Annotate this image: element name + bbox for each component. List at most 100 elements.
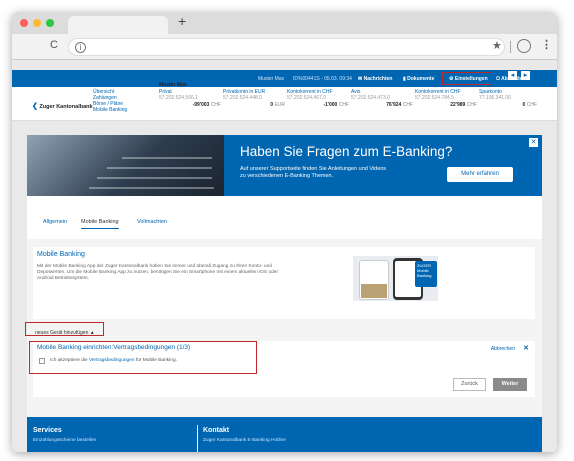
- balance-value: 0: [270, 102, 274, 108]
- url-input[interactable]: i: [68, 38, 505, 56]
- account-card[interactable]: Kontokorrent in CHF 57.202.524.784.5 22'…: [415, 89, 477, 108]
- tab-strip: +: [12, 12, 557, 34]
- account-nav-links: Übersicht Zahlungen Börse / Pläne Mobile…: [93, 89, 127, 113]
- documents-label: Dokumente: [407, 76, 435, 82]
- balance-value: 22'989: [450, 102, 466, 108]
- balance-currency: CHF: [526, 102, 537, 108]
- nav-mobile-banking[interactable]: Mobile Banking: [93, 107, 127, 113]
- phone-label: Banking: [417, 273, 432, 278]
- session-info: ID%00441S - 05.03. 09:34: [293, 76, 352, 82]
- balance-currency: CHF: [466, 102, 477, 108]
- terms-prefix: Ich akzeptiere die: [50, 358, 89, 363]
- phone-illustration: ZUGER Mobile Banking: [353, 256, 438, 301]
- terms-checkbox[interactable]: [39, 358, 45, 364]
- mobile-banking-card: Mobile Banking Mit der Mobile Banking Ap…: [33, 247, 535, 319]
- account-balance: 76'924 CHF: [351, 102, 413, 108]
- hotline-link[interactable]: Zuger Kantonalbank E-Banking Hotline: [203, 438, 286, 443]
- logo-mark-icon: ❮: [32, 103, 38, 110]
- settings-tabs: Allgemein Mobile Banking Vollmachten: [27, 219, 542, 233]
- abort-link[interactable]: Abbrechen: [491, 346, 515, 352]
- account-balance: 0 EUR: [223, 102, 285, 108]
- main-content: Haben Sie Fragen zum E-Banking? Auf unse…: [25, 135, 542, 435]
- new-tab-button[interactable]: +: [178, 13, 186, 29]
- balance-currency: CHF: [338, 102, 349, 108]
- setup-step-card: Mobile Banking einrichten:Vertragsbeding…: [29, 341, 535, 397]
- balance-currency: CHF: [402, 102, 413, 108]
- account-card[interactable]: Privat 57.202.524.566.1 -99'003 CHF: [159, 89, 221, 108]
- settings-highlight: [442, 72, 492, 85]
- account-iban: 57.202.524.784.5: [415, 95, 454, 101]
- section-description: Mit der Mobile Banking App der Zuger Kan…: [37, 264, 279, 281]
- account-balance: -99'003 CHF: [159, 102, 221, 108]
- balance-value: 76'924: [386, 102, 402, 108]
- account-card[interactable]: Avis 57.202.524.473.0 76'924 CHF: [351, 89, 413, 108]
- footer-contact-title: Kontakt: [203, 427, 230, 434]
- balance-currency: EUR: [274, 102, 285, 108]
- reload-icon[interactable]: C: [50, 39, 58, 51]
- page-footer: Services Einzahlungsscheine bestellen Ko…: [27, 417, 542, 452]
- account-iban: 57.202.524.566.1: [159, 95, 198, 101]
- close-icon[interactable]: ✕: [529, 138, 538, 147]
- mobile-banking-panel: Mobile Banking Mit der Mobile Banking Ap…: [25, 239, 542, 435]
- balance-value: -1'000: [323, 102, 338, 108]
- account-card[interactable]: Sparkonto 77.106.341.06 0 CHF: [479, 89, 537, 108]
- profile-icon[interactable]: [517, 39, 531, 53]
- footer-services-title: Services: [33, 427, 62, 434]
- account-balance: -1'000 CHF: [287, 102, 349, 108]
- toolbar-divider: [510, 41, 511, 53]
- ebanking-page: Muster Max ID%00441S - 05.03. 09:34 ✉ Na…: [12, 60, 557, 452]
- messages-link[interactable]: ✉ Nachrichten: [358, 76, 393, 82]
- account-iban: 57.202.524.467.0: [287, 95, 326, 101]
- learn-more-button[interactable]: Mehr erfahren: [447, 167, 513, 182]
- account-iban: 57.202.524.473.0: [351, 95, 390, 101]
- tab-mobile-banking[interactable]: Mobile Banking: [81, 219, 119, 229]
- setup-title: Mobile Banking einrichten:Vertragsbeding…: [37, 344, 191, 351]
- top-navigation-bar: Muster Max ID%00441S - 05.03. 09:34 ✉ Na…: [12, 70, 557, 87]
- tab-general[interactable]: Allgemein: [43, 219, 67, 225]
- account-owner: Muster Max: [159, 82, 187, 88]
- balance-value: -99'003: [192, 102, 210, 108]
- section-title: Mobile Banking: [37, 251, 85, 258]
- maximize-window-icon[interactable]: [46, 19, 54, 27]
- address-bar: C i ★ ⋮: [12, 34, 557, 60]
- close-window-icon[interactable]: [20, 19, 28, 27]
- support-banner: Haben Sie Fragen zum E-Banking? Auf unse…: [27, 135, 542, 196]
- bookmark-star-icon[interactable]: ★: [492, 39, 502, 52]
- account-iban: 77.106.341.06: [479, 95, 511, 101]
- terms-link[interactable]: Vertragsbedingungen: [89, 358, 135, 363]
- account-iban: 57.202.524.448.0: [223, 95, 262, 101]
- browser-window: + C i ★ ⋮ Muster Max ID%00441S - 05.03. …: [12, 12, 557, 452]
- balance-currency: CHF: [210, 102, 221, 108]
- browser-menu-icon[interactable]: ⋮: [541, 38, 552, 51]
- browser-tab[interactable]: [68, 16, 168, 34]
- user-name: Muster Max: [258, 76, 285, 82]
- account-balance: 0 CHF: [479, 102, 537, 108]
- back-button[interactable]: Zurück: [453, 378, 486, 391]
- account-balance: 22'989 CHF: [415, 102, 477, 108]
- documents-link[interactable]: ▮ Dokumente: [403, 76, 434, 82]
- next-button[interactable]: Weiter: [493, 378, 527, 391]
- keyboard-photo: [27, 135, 224, 196]
- minimize-window-icon[interactable]: [33, 19, 41, 27]
- account-card[interactable]: Kontokorrent in CHF 57.202.524.467.0 -1'…: [287, 89, 349, 108]
- account-card[interactable]: Privatkonto in EUR 57.202.524.448.0 0 EU…: [223, 89, 285, 108]
- bank-logo: ❮ Zuger Kantonalbank: [32, 102, 93, 110]
- footer-divider: [197, 425, 198, 452]
- balance-value: 0: [522, 102, 526, 108]
- banner-subtitle: Auf unserer Supportseite finden Sie Anle…: [240, 166, 386, 180]
- banner-subtitle-line: zu verschiedenen E-Banking Themen.: [240, 173, 334, 179]
- info-icon[interactable]: i: [75, 42, 86, 53]
- abort-close-icon[interactable]: ✕: [523, 344, 529, 352]
- banner-subtitle-line: Auf unserer Supportseite finden Sie Anle…: [240, 166, 387, 172]
- banner-title: Haben Sie Fragen zum E-Banking?: [240, 144, 453, 159]
- terms-suffix: für Mobile Banking.: [134, 358, 177, 363]
- order-slips-link[interactable]: Einzahlungsscheine bestellen: [33, 438, 96, 443]
- tab-authorizations[interactable]: Vollmachten: [137, 219, 167, 225]
- account-bar: ◂ ▸ ❮ Zuger Kantonalbank Übersicht Zahlu…: [12, 71, 557, 121]
- logo-text: Zuger Kantonalbank: [39, 104, 93, 110]
- messages-label: Nachrichten: [363, 76, 393, 82]
- accounts-prev-icon[interactable]: ◂: [508, 71, 517, 80]
- add-device-highlight: [25, 322, 104, 336]
- accounts-next-icon[interactable]: ▸: [521, 71, 530, 80]
- terms-label: Ich akzeptiere die Vertragsbedingungen f…: [50, 358, 177, 363]
